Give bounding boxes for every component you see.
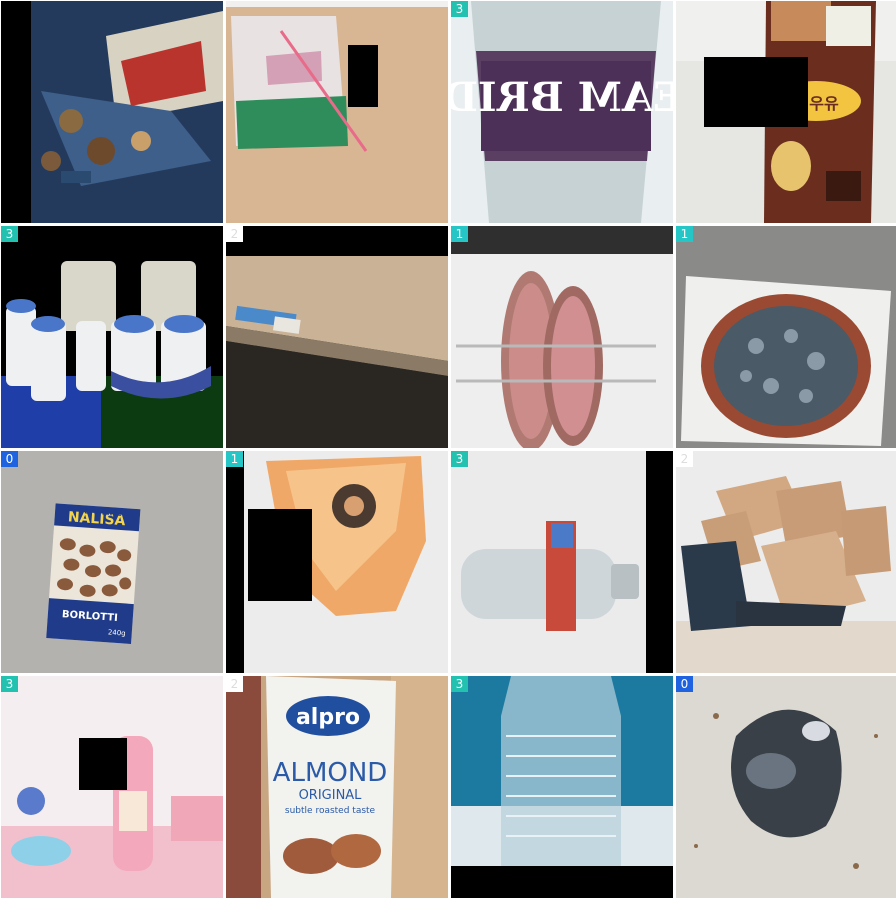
tile-flyer[interactable] [1, 1, 223, 223]
tile-blob[interactable]: 0 [676, 676, 896, 898]
tile-plastic-bottle-image [451, 451, 673, 673]
category-badge: 3 [1, 676, 18, 692]
tile-team-bride-cup[interactable]: TEAM BRIDE 3 [451, 1, 673, 223]
alpro-tag: subtle roasted taste [285, 806, 376, 816]
category-badge: 3 [1, 226, 18, 242]
tile-baby-bottles-image [1, 226, 223, 448]
tile-bowl[interactable]: 1 [676, 226, 896, 448]
occluder [348, 45, 378, 107]
tile-clear-bottle-image [451, 676, 673, 898]
tile-blob-image [676, 676, 896, 898]
tile-clear-bottle[interactable]: 3 [451, 676, 673, 898]
alpro-brand: alpro [296, 705, 360, 730]
tile-milk-carton-image [226, 1, 448, 223]
carton-text: 우유 [809, 94, 839, 113]
tile-boxes-person[interactable]: 2 [676, 451, 896, 673]
tile-pink-thermos[interactable]: 3 [1, 676, 223, 898]
cup-text: TEAM BRIDE [451, 74, 673, 121]
category-badge: 1 [676, 226, 693, 242]
occluder [704, 57, 808, 127]
category-badge: 2 [676, 451, 693, 467]
tile-milk-carton[interactable] [226, 1, 448, 223]
occluder [248, 509, 312, 601]
tile-team-bride-cup-image: TEAM BRIDE [451, 1, 673, 223]
image-grid: TEAM BRIDE 3 우유 [0, 0, 896, 898]
can-weight: 240g [108, 628, 126, 637]
tile-pencil-shavings[interactable]: 1 [226, 451, 448, 673]
tile-bowl-image [676, 226, 896, 448]
tile-steak-skewers-image [451, 226, 673, 448]
category-badge: 0 [676, 676, 693, 692]
tile-cardboard[interactable]: 2 [226, 226, 448, 448]
tile-borlotti-can-image: NALISA BPA FREE BORLOTTI 240g [1, 451, 223, 673]
tile-borlotti-can[interactable]: NALISA BPA FREE BORLOTTI 240g 0 [1, 451, 223, 673]
category-badge: 3 [451, 1, 468, 17]
tile-alpro-almond[interactable]: alpro ALMOND ORIGINAL subtle roasted tas… [226, 676, 448, 898]
category-badge: 0 [1, 451, 18, 467]
tile-plastic-bottle[interactable]: 3 [451, 451, 673, 673]
tile-baby-bottles[interactable]: 3 [1, 226, 223, 448]
category-badge: 2 [226, 676, 243, 692]
category-badge: 2 [226, 226, 243, 242]
tile-flyer-image [1, 1, 223, 223]
tile-alpro-almond-image: alpro ALMOND ORIGINAL subtle roasted tas… [226, 676, 448, 898]
category-badge: 1 [226, 451, 243, 467]
alpro-caption: ALMOND [273, 758, 388, 788]
tile-cardboard-image [226, 226, 448, 448]
tile-steak-skewers[interactable]: 1 [451, 226, 673, 448]
occluder [79, 738, 127, 790]
alpro-sub: ORIGINAL [299, 788, 363, 803]
tile-choco-milk-carton[interactable]: 우유 [676, 1, 896, 223]
category-badge: 3 [451, 451, 468, 467]
category-badge: 1 [451, 226, 468, 242]
tile-boxes-person-image [676, 451, 896, 673]
category-badge: 3 [451, 676, 468, 692]
